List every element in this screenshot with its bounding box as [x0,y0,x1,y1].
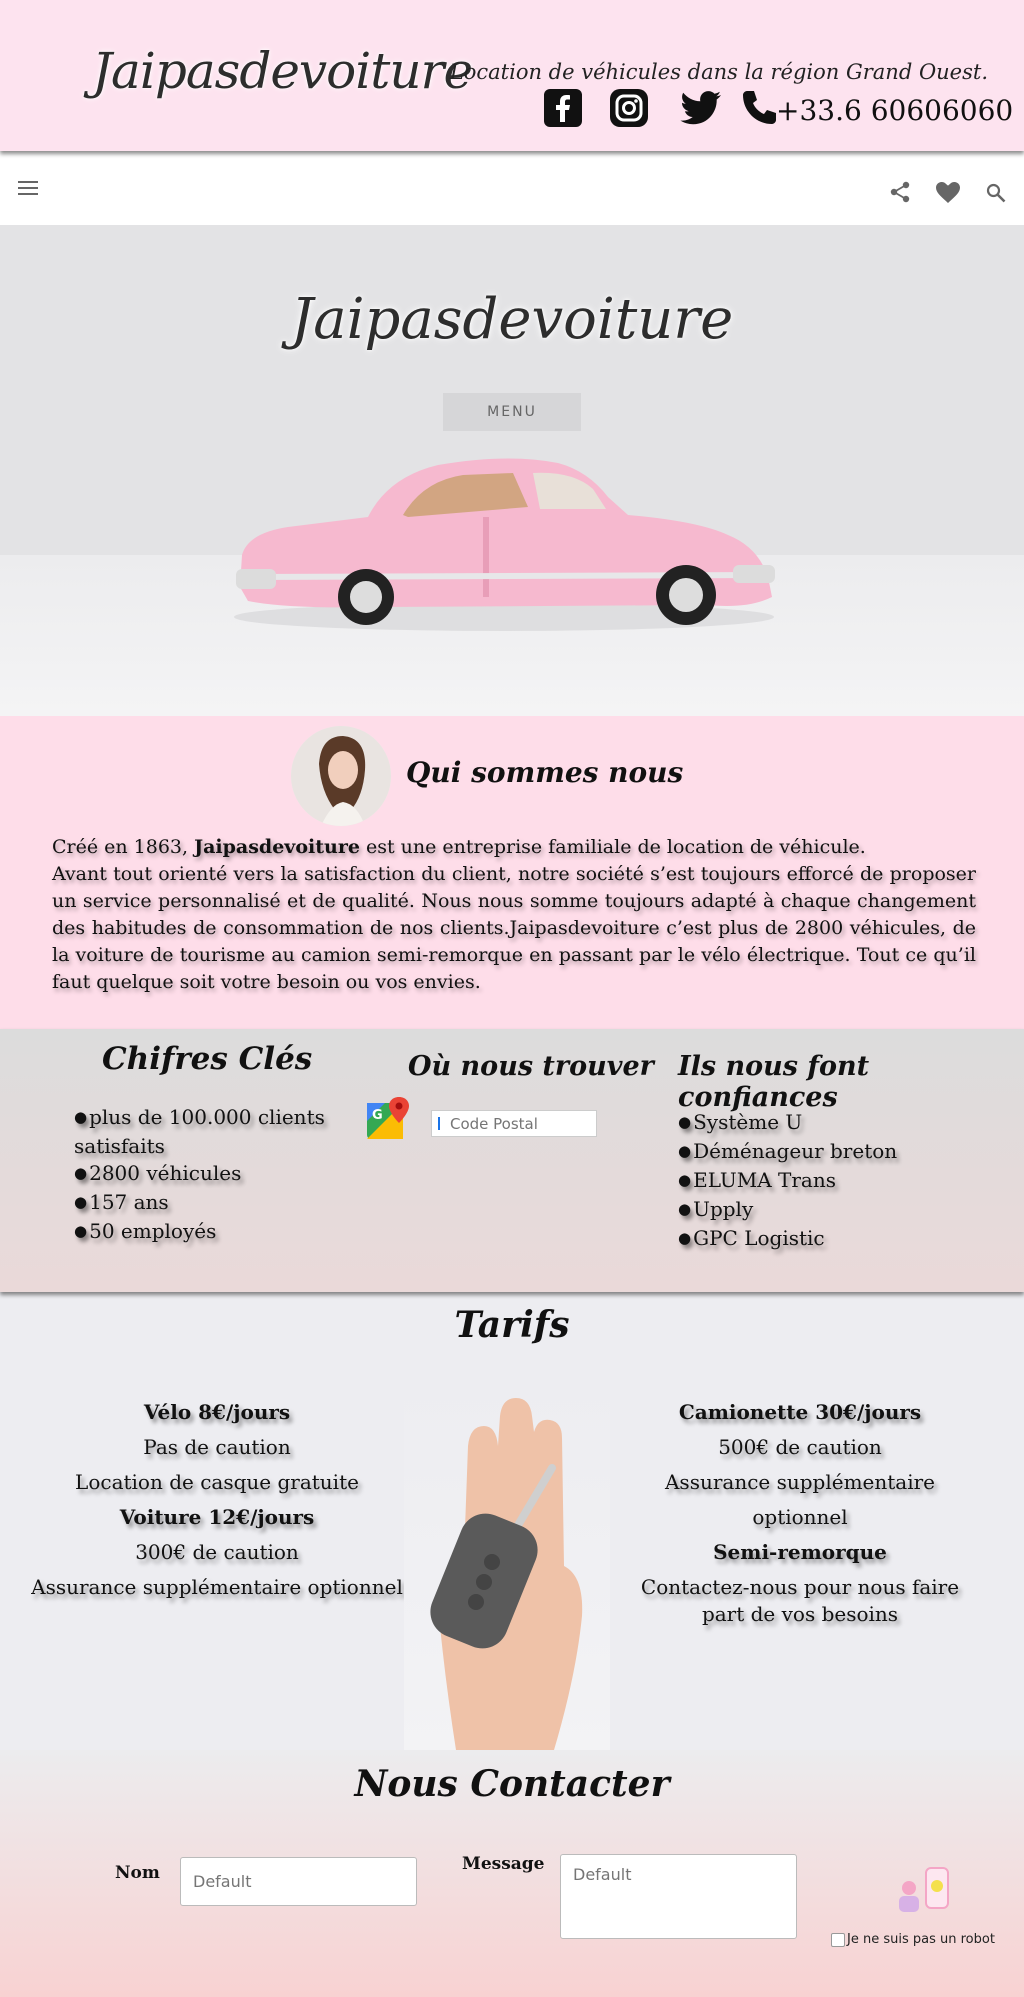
message-textarea[interactable] [560,1854,797,1939]
tarifs-right-column: Camionette 30€/jours 500€ de caution Ass… [620,1395,980,1628]
list-item: Upply [678,1196,978,1225]
list-item: GPC Logistic [678,1225,978,1254]
list-item: 50 employés [74,1218,334,1247]
tarif-line: Pas de caution [143,1435,291,1459]
text-caret [438,1117,440,1130]
info-band: Chifres Clés plus de 100.000 clients sat… [0,1029,1024,1292]
trust-list: Système U Déménageur breton ELUMA Trans … [678,1109,978,1254]
phone-icon[interactable] [739,88,779,128]
about-intro-prefix: Créé en 1863, [52,836,195,858]
tarifs-title: Tarifs [454,1304,570,1346]
hero-banner: Jaipasdevoiture MENU [0,225,1024,716]
tarif-line: Assurance supplémentaire optionnel [31,1575,403,1599]
robot-checkbox[interactable] [831,1933,845,1947]
site-logo[interactable]: Jaipasdevoiture [92,42,473,100]
tarifs-left-column: Vélo 8€/jours Pas de caution Location de… [30,1395,404,1605]
robot-label: Je ne suis pas un robot [847,1932,995,1947]
about-title: Qui sommes nous [406,756,684,789]
google-maps-icon[interactable]: G [367,1097,411,1141]
phone-number[interactable]: +33.6 60606060 [776,94,1013,127]
hand-keys-image [404,1386,610,1750]
list-item: ELUMA Trans [678,1167,978,1196]
hero-title: Jaipasdevoiture [290,287,734,352]
menu-button[interactable]: MENU [443,393,581,431]
instagram-icon[interactable] [609,88,649,128]
about-section: Qui sommes nous Créé en 1863, Jaipasdevo… [0,716,1024,1029]
locate-title: Où nous trouver [408,1051,654,1082]
tarif-line: Voiture 12€/jours [119,1505,315,1529]
list-item: 2800 véhicules [74,1160,334,1189]
tagline: Location de véhicules dans la région Gra… [449,60,988,84]
list-item: 157 ans [74,1189,334,1218]
svg-text:G: G [372,1108,383,1123]
tarif-line: Contactez-nous pour nous faire part de v… [640,1575,960,1626]
list-item: Déménageur breton [678,1138,978,1167]
list-item: plus de 100.000 clients satisfaits [74,1104,334,1160]
site-header: Jaipasdevoiture Location de véhicules da… [0,0,1024,151]
menu-icon[interactable] [18,181,38,195]
tarif-line: Vélo 8€/jours [143,1400,291,1424]
figures-title: Chifres Clés [102,1041,313,1077]
twitter-icon[interactable] [679,88,723,128]
list-item: Système U [678,1109,978,1138]
tarif-line: 500€ de caution [718,1435,882,1459]
figures-list: plus de 100.000 clients satisfaits 2800 … [74,1104,334,1247]
trust-title: Ils nous font confiances [678,1051,870,1113]
share-icon[interactable] [889,181,911,203]
contact-title: Nous Contacter [354,1763,670,1805]
tarif-line: 300€ de caution [135,1540,299,1564]
tarif-line: Camionette 30€/jours [678,1400,922,1424]
tarif-line: Location de casque gratuite [75,1470,359,1494]
postal-code-input[interactable] [431,1110,597,1137]
about-text: Créé en 1863, Jaipasdevoiture est une en… [52,834,976,996]
toolbar [0,151,1024,225]
about-body: Avant tout orienté vers la satisfaction … [52,863,976,993]
about-intro-brand: Jaipasdevoiture [194,836,360,858]
tarifs-section: Tarifs Vélo 8€/jours Pas de caution Loca… [0,1292,1024,1750]
name-input[interactable] [180,1857,417,1906]
heart-icon[interactable] [936,182,960,203]
message-label: Message [462,1854,545,1874]
search-icon[interactable] [986,183,1006,203]
pink-car-image [234,458,775,631]
tarif-line: Semi-remorque [713,1540,887,1564]
facebook-icon[interactable] [543,88,583,128]
name-label: Nom [115,1863,160,1883]
recaptcha-logo-icon [899,1867,949,1912]
founder-avatar [291,726,391,826]
about-intro-suffix: est une entreprise familiale de location… [359,836,866,858]
tarif-line: Assurance supplémentaire optionnel [664,1470,936,1529]
